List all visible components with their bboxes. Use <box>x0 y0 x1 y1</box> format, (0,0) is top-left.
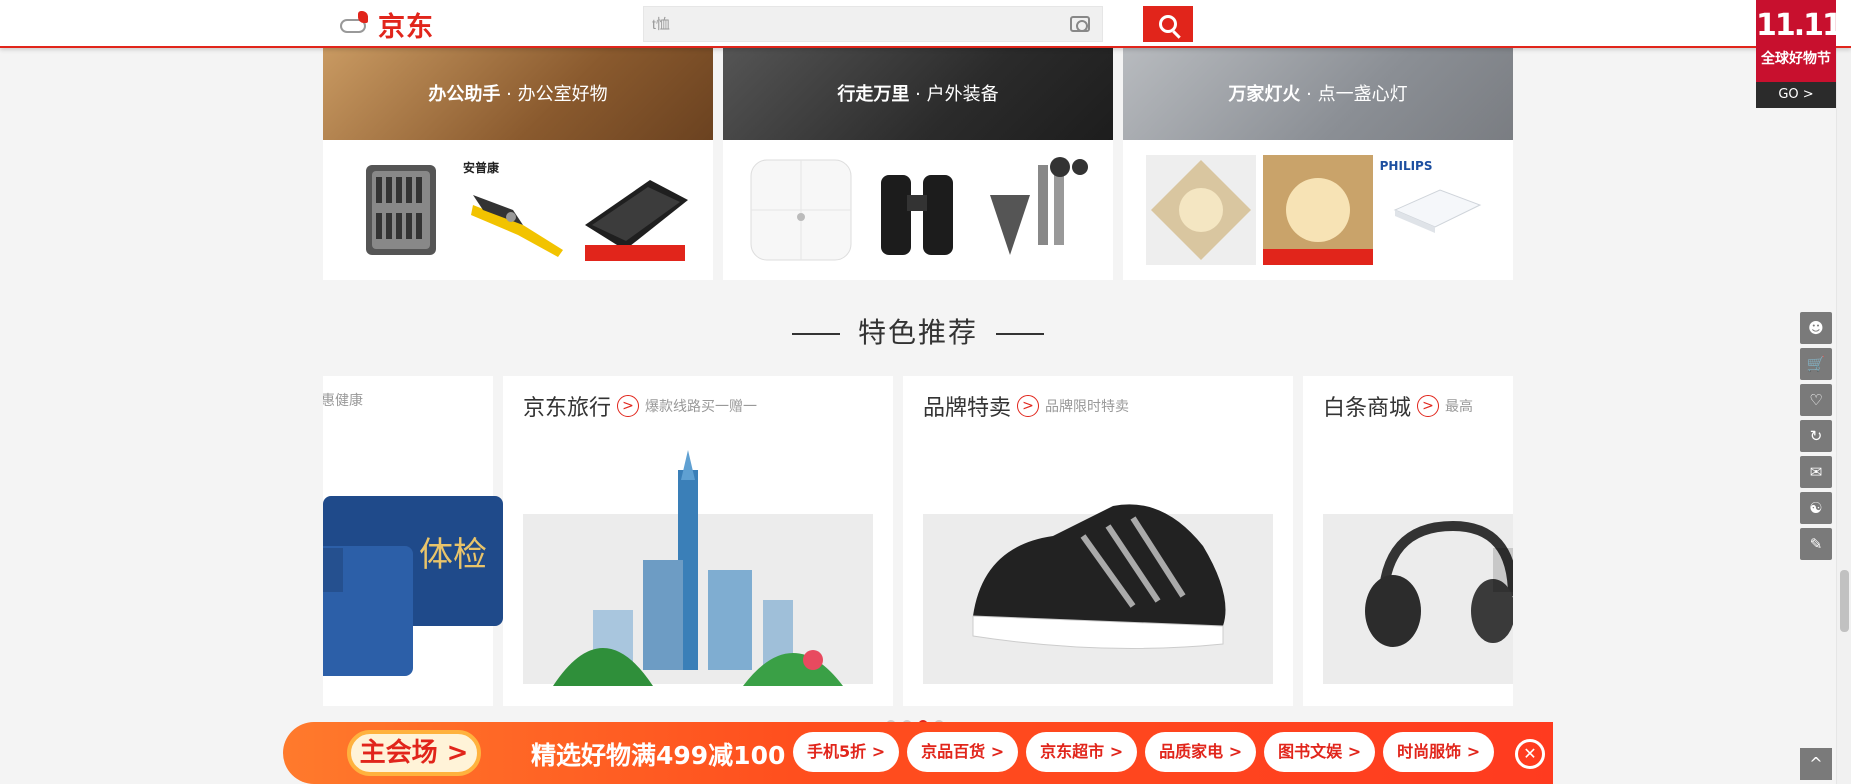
search-button[interactable] <box>1143 6 1193 42</box>
chevron-right-icon[interactable]: > <box>617 395 640 417</box>
category-title: 办公助手 · 办公室好物 <box>428 84 608 105</box>
headphones-image <box>1365 520 1513 647</box>
feature-card-baitiao-mall[interactable]: 白条商城 > 最高 <box>1303 376 1513 706</box>
close-icon[interactable]: ✕ <box>1515 739 1545 769</box>
search-icon <box>1159 15 1177 33</box>
promo-link-supermarket[interactable]: 京东超市 > <box>1026 732 1138 772</box>
edit-icon[interactable]: ✎ <box>1800 528 1832 560</box>
category-products: PHILIPS <box>1123 140 1513 280</box>
category-banner: 行走万里 · 户外装备 <box>723 48 1113 140</box>
promo-link-general-merchandise[interactable]: 京品百货 > <box>907 732 1019 772</box>
product-body-scale[interactable] <box>746 155 856 265</box>
promo-link-fashion[interactable]: 时尚服饰 > <box>1383 732 1495 772</box>
section-title-text: 特色推荐 <box>857 316 978 349</box>
product-crimping-tool[interactable]: 安普康 <box>463 155 573 265</box>
feature-subtitle: 爆款线路买一赠一 <box>645 399 758 415</box>
scrollbar-thumb[interactable] <box>1840 570 1849 632</box>
festival-go-button[interactable]: GO > <box>1756 82 1836 108</box>
product-drawing-tablet[interactable] <box>580 155 690 265</box>
search-box <box>643 6 1103 42</box>
global-shopping-festival-badge[interactable]: 11.11 全球好物节 GO > <box>1756 0 1843 108</box>
feature-name: 品牌特卖 <box>923 396 1012 421</box>
carousel-next-arrow[interactable] <box>1493 548 1513 592</box>
category-card-lighting[interactable]: 万家灯火 · 点一盏心灯 PHILIPS <box>1123 48 1513 280</box>
promo-slogan: 精选好物满499减100 <box>531 741 786 770</box>
product-chandelier[interactable] <box>1262 155 1373 265</box>
feature-subtitle: 品牌限时特卖 <box>1045 399 1130 415</box>
main-venue-button[interactable]: 主会场 > <box>347 730 481 776</box>
title-divider <box>996 333 1044 335</box>
festival-label: 全球好物节 <box>1761 51 1831 67</box>
skyline-image <box>553 450 843 686</box>
health-checkup-card-image: 体检 <box>323 496 503 676</box>
product-brand-label: PHILIPS <box>1379 159 1433 173</box>
category-products <box>723 140 1113 280</box>
history-icon[interactable]: ↻ <box>1800 420 1832 452</box>
user-icon[interactable]: ☻ <box>1800 312 1832 344</box>
category-card-office[interactable]: 办公助手 · 办公室好物 安普康 <box>323 48 713 280</box>
chevron-right-icon[interactable]: > <box>1417 395 1440 417</box>
feature-subtitle: 惠健康 <box>323 393 363 409</box>
product-binoculars[interactable] <box>863 155 973 265</box>
featured-section-title: 特色推荐 <box>0 311 1836 351</box>
category-banner: 万家灯火 · 点一盏心灯 <box>1123 48 1513 140</box>
back-to-top-button[interactable]: ^ <box>1800 748 1832 780</box>
promo-link-books[interactable]: 图书文娱 > <box>1264 732 1376 772</box>
joy-dog-icon <box>334 9 378 39</box>
feature-name: 京东旅行 <box>523 396 612 421</box>
category-card-outdoor[interactable]: 行走万里 · 户外装备 <box>723 48 1113 280</box>
heart-icon[interactable]: ♡ <box>1800 384 1832 416</box>
category-title: 万家灯火 · 点一盏心灯 <box>1228 84 1408 105</box>
right-toolbar: ☻ 🛒 ♡ ↻ ✉ ☯ ✎ <box>1800 312 1836 564</box>
feature-card-travel[interactable]: 京东旅行 > 爆款线路买一赠一 <box>503 376 893 706</box>
message-icon[interactable]: ✉ <box>1800 456 1832 488</box>
product-panel-light[interactable]: PHILIPS <box>1380 155 1490 265</box>
feature-header: 惠健康 <box>323 390 363 410</box>
title-divider <box>791 333 840 335</box>
category-banner: 办公助手 · 办公室好物 <box>323 48 713 140</box>
product-shovel[interactable] <box>980 155 1090 265</box>
feature-card-brand-sale[interactable]: 品牌特卖 > 品牌限时特卖 <box>903 376 1293 706</box>
feature-subtitle: 最高 <box>1445 399 1474 415</box>
top-header: 京东 <box>0 0 1851 48</box>
search-input[interactable] <box>644 7 1044 41</box>
promo-link-phones[interactable]: 手机5折 > <box>793 732 900 772</box>
festival-number: 11.11 <box>1756 8 1843 43</box>
svg-text:体检: 体检 <box>419 535 487 575</box>
category-title: 行走万里 · 户外装备 <box>837 84 999 105</box>
jd-logo[interactable]: 京东 <box>334 6 434 43</box>
promo-links: 手机5折 > 京品百货 > 京东超市 > 品质家电 > 图书文娱 > 时尚服饰 … <box>793 732 1495 772</box>
promo-link-appliances[interactable]: 品质家电 > <box>1145 732 1257 772</box>
chevron-right-icon[interactable]: > <box>1017 395 1040 417</box>
camera-icon[interactable] <box>1070 16 1090 32</box>
bottom-promo-bar: 主会场 > 精选好物满499减100 手机5折 > 京品百货 > 京东超市 > … <box>283 722 1553 784</box>
scrollbar[interactable] <box>1836 0 1851 784</box>
cart-icon[interactable]: 🛒 <box>1800 348 1832 380</box>
logo-text: 京东 <box>378 11 434 43</box>
service-icon[interactable]: ☯ <box>1800 492 1832 524</box>
featured-carousel: 惠健康 体检 京东旅行 > 爆款线路买一赠一 品牌特卖 > 品牌限时特卖 白条商… <box>323 376 1513 706</box>
category-products: 安普康 <box>323 140 713 280</box>
feature-header: 京东旅行 > 爆款线路买一赠一 <box>523 390 757 422</box>
carousel-prev-arrow[interactable] <box>323 548 343 592</box>
feature-header: 白条商城 > 最高 <box>1323 390 1473 422</box>
feature-header: 品牌特卖 > 品牌限时特卖 <box>923 390 1129 422</box>
sneaker-image <box>972 504 1226 649</box>
product-tool-kit[interactable] <box>346 155 456 265</box>
feature-card-health[interactable]: 惠健康 体检 <box>323 376 503 706</box>
product-ceiling-lamp[interactable] <box>1146 155 1257 265</box>
feature-name: 白条商城 <box>1323 396 1412 421</box>
product-brand-label: 安普康 <box>462 161 499 175</box>
